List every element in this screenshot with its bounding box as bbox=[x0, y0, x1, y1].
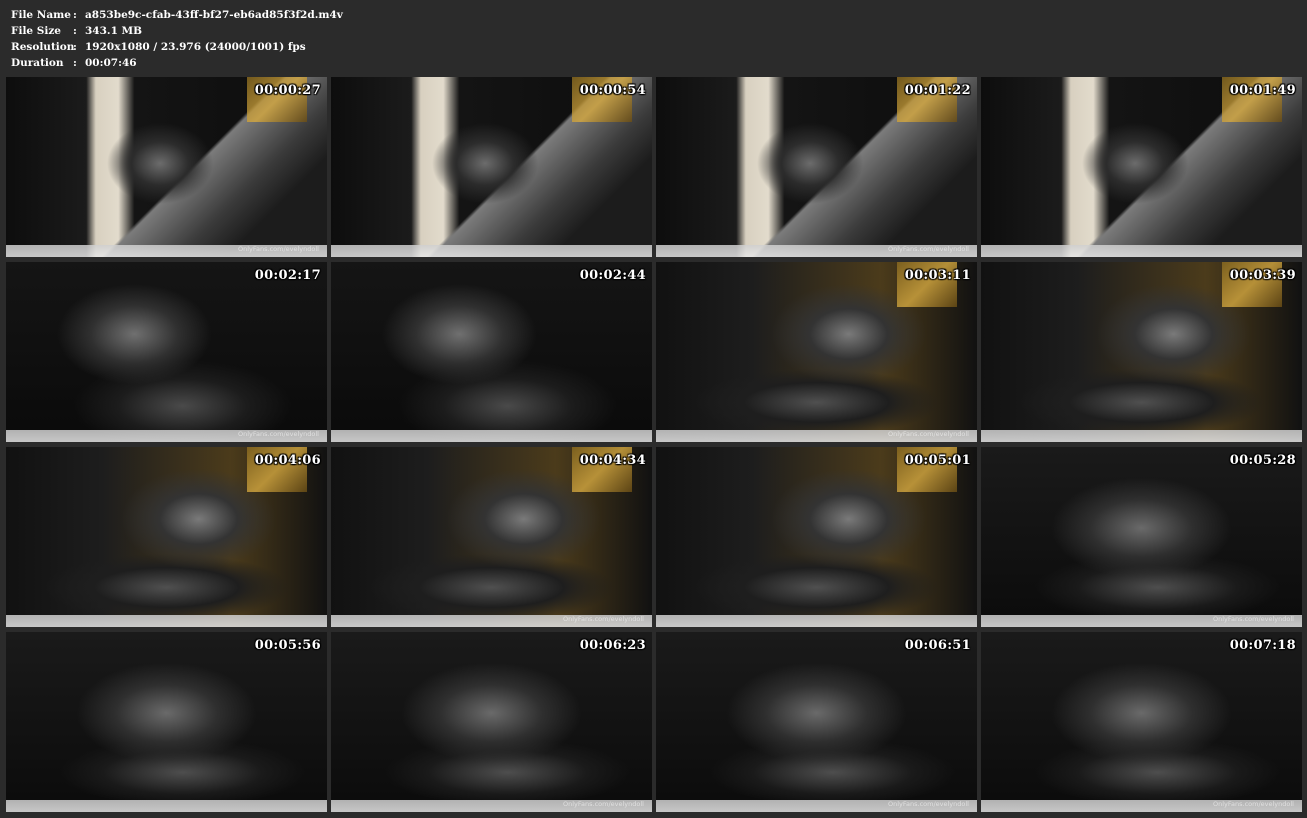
video-frame-image bbox=[981, 447, 1302, 627]
watermark-text: OnlyFans.com/evelyndoll bbox=[563, 615, 644, 623]
separator: : bbox=[73, 9, 77, 21]
floor-surface bbox=[6, 615, 327, 627]
video-frame-image bbox=[6, 262, 327, 442]
thumbnail-timestamp: 00:06:23 bbox=[579, 638, 646, 653]
video-thumbnail[interactable]: 00:02:17 OnlyFans.com/evelyndoll bbox=[6, 262, 327, 442]
thumbnail-timestamp: 00:07:18 bbox=[1229, 638, 1296, 653]
video-frame-image bbox=[656, 632, 977, 812]
video-frame-image bbox=[331, 632, 652, 812]
resolution-label: Resolution bbox=[11, 41, 75, 53]
video-thumbnail[interactable]: 00:07:18 OnlyFans.com/evelyndoll bbox=[981, 632, 1302, 812]
video-thumbnail[interactable]: 00:05:01 bbox=[656, 447, 977, 627]
floor-surface bbox=[331, 245, 652, 257]
file-size-label: File Size bbox=[11, 25, 61, 37]
video-frame-image bbox=[331, 262, 652, 442]
thumbnail-timestamp: 00:01:22 bbox=[904, 83, 971, 98]
video-thumbnail[interactable]: 00:06:23 OnlyFans.com/evelyndoll bbox=[331, 632, 652, 812]
separator: : bbox=[73, 25, 77, 37]
floor-surface bbox=[981, 430, 1302, 442]
thumbnail-timestamp: 00:03:11 bbox=[904, 268, 971, 283]
video-thumbnail[interactable]: 00:03:11 OnlyFans.com/evelyndoll bbox=[656, 262, 977, 442]
video-thumbnail[interactable]: 00:00:27 OnlyFans.com/evelyndoll bbox=[6, 77, 327, 257]
thumbnail-timestamp: 00:05:01 bbox=[904, 453, 971, 468]
video-thumbnail[interactable]: 00:01:22 OnlyFans.com/evelyndoll bbox=[656, 77, 977, 257]
watermark-text: OnlyFans.com/evelyndoll bbox=[563, 800, 644, 808]
thumbnail-grid: 00:00:27 OnlyFans.com/evelyndoll 00:00:54 0… bbox=[6, 77, 1302, 812]
thumbnail-timestamp: 00:03:39 bbox=[1229, 268, 1296, 283]
thumbnail-timestamp: 00:02:44 bbox=[579, 268, 646, 283]
thumbnail-timestamp: 00:06:51 bbox=[904, 638, 971, 653]
thumbnail-timestamp: 00:00:27 bbox=[254, 83, 321, 98]
file-name-label: File Name bbox=[11, 9, 71, 21]
thumbnail-timestamp: 00:04:34 bbox=[579, 453, 646, 468]
watermark-text: OnlyFans.com/evelyndoll bbox=[1213, 800, 1294, 808]
thumbnail-timestamp: 00:00:54 bbox=[579, 83, 646, 98]
contact-sheet: File Name : a853be9c-cfab-43ff-bf27-eb6a… bbox=[0, 0, 1307, 818]
floor-surface bbox=[6, 800, 327, 812]
file-size-row: File Size : 343.1 MB bbox=[11, 23, 343, 39]
video-thumbnail[interactable]: 00:06:51 OnlyFans.com/evelyndoll bbox=[656, 632, 977, 812]
resolution-value: 1920x1080 / 23.976 (24000/1001) fps bbox=[85, 41, 306, 53]
watermark-text: OnlyFans.com/evelyndoll bbox=[238, 245, 319, 253]
thumbnail-timestamp: 00:01:49 bbox=[1229, 83, 1296, 98]
video-thumbnail[interactable]: 00:03:39 bbox=[981, 262, 1302, 442]
file-size-value: 343.1 MB bbox=[85, 25, 143, 37]
duration-row: Duration : 00:07:46 bbox=[11, 55, 343, 71]
video-thumbnail[interactable]: 00:01:49 bbox=[981, 77, 1302, 257]
floor-surface bbox=[981, 245, 1302, 257]
video-thumbnail[interactable]: 00:02:44 bbox=[331, 262, 652, 442]
thumbnail-timestamp: 00:05:56 bbox=[254, 638, 321, 653]
watermark-text: OnlyFans.com/evelyndoll bbox=[888, 800, 969, 808]
file-name-value: a853be9c-cfab-43ff-bf27-eb6ad85f3f2d.m4v bbox=[85, 9, 343, 21]
thumbnail-timestamp: 00:05:28 bbox=[1229, 453, 1296, 468]
video-thumbnail[interactable]: 00:04:34 OnlyFans.com/evelyndoll bbox=[331, 447, 652, 627]
floor-surface bbox=[331, 430, 652, 442]
watermark-text: OnlyFans.com/evelyndoll bbox=[888, 430, 969, 438]
watermark-text: OnlyFans.com/evelyndoll bbox=[888, 245, 969, 253]
thumbnail-timestamp: 00:04:06 bbox=[254, 453, 321, 468]
video-thumbnail[interactable]: 00:04:06 bbox=[6, 447, 327, 627]
resolution-row: Resolution : 1920x1080 / 23.976 (24000/1… bbox=[11, 39, 343, 55]
video-thumbnail[interactable]: 00:05:28 OnlyFans.com/evelyndoll bbox=[981, 447, 1302, 627]
duration-label: Duration bbox=[11, 57, 64, 69]
thumbnail-timestamp: 00:02:17 bbox=[254, 268, 321, 283]
floor-surface bbox=[656, 615, 977, 627]
watermark-text: OnlyFans.com/evelyndoll bbox=[238, 430, 319, 438]
separator: : bbox=[73, 41, 77, 53]
video-thumbnail[interactable]: 00:00:54 bbox=[331, 77, 652, 257]
file-info-panel: File Name : a853be9c-cfab-43ff-bf27-eb6a… bbox=[11, 7, 343, 71]
video-frame-image bbox=[981, 632, 1302, 812]
duration-value: 00:07:46 bbox=[85, 57, 137, 69]
video-frame-image bbox=[6, 632, 327, 812]
watermark-text: OnlyFans.com/evelyndoll bbox=[1213, 615, 1294, 623]
file-name-row: File Name : a853be9c-cfab-43ff-bf27-eb6a… bbox=[11, 7, 343, 23]
separator: : bbox=[73, 57, 77, 69]
video-thumbnail[interactable]: 00:05:56 bbox=[6, 632, 327, 812]
